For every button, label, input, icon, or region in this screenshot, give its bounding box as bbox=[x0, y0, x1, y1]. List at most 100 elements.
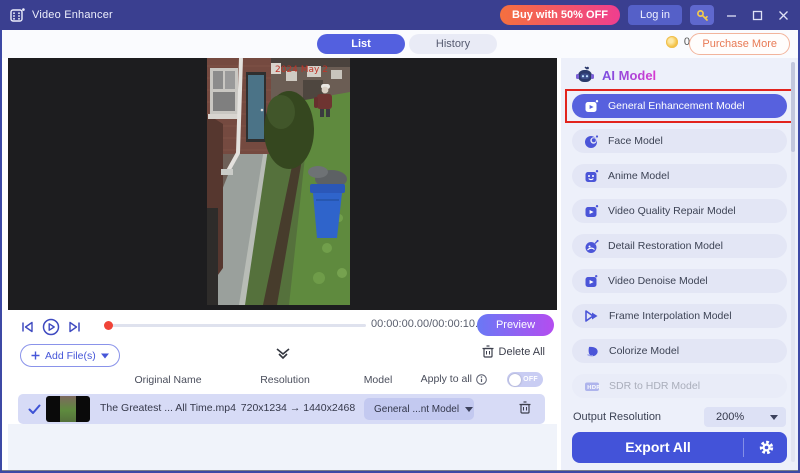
column-model: Model bbox=[348, 374, 408, 386]
maximize-icon bbox=[752, 10, 763, 21]
trash-icon bbox=[519, 401, 531, 414]
resolution-from: 720x1234 bbox=[241, 402, 287, 414]
fast-forward-icon bbox=[584, 309, 600, 323]
model-item-colorize[interactable]: Colorize Model bbox=[572, 339, 787, 363]
model-item-detail-restoration[interactable]: Detail Restoration Model bbox=[572, 234, 787, 258]
apply-to-all-label: Apply to all bbox=[421, 373, 472, 385]
previous-frame-button[interactable] bbox=[20, 320, 35, 334]
sidebar-header: AI Model bbox=[575, 66, 656, 84]
play-badge-icon bbox=[584, 204, 599, 219]
sidebar-title: AI Model bbox=[602, 68, 656, 83]
seek-slider[interactable] bbox=[108, 324, 366, 327]
resolution-to: 1440x2468 bbox=[303, 402, 355, 414]
file-name: The Greatest ... All Time.mp4 bbox=[100, 402, 236, 414]
toggle-knob bbox=[509, 374, 521, 386]
close-icon bbox=[778, 10, 789, 21]
model-item-frame-interpolation[interactable]: Frame Interpolation Model bbox=[572, 304, 787, 328]
tab-history[interactable]: History bbox=[409, 34, 497, 54]
photo-restore-icon bbox=[584, 239, 599, 254]
collapse-panel-button[interactable] bbox=[275, 347, 291, 365]
model-item-anime[interactable]: Anime Model bbox=[572, 164, 787, 188]
list-background bbox=[8, 424, 557, 470]
register-key-button[interactable] bbox=[690, 5, 714, 25]
model-item-video-quality-repair[interactable]: Video Quality Repair Model bbox=[572, 199, 787, 223]
close-button[interactable] bbox=[774, 5, 792, 25]
file-row[interactable]: The Greatest ... All Time.mp4 720x1234 →… bbox=[18, 394, 545, 424]
maximize-button[interactable] bbox=[748, 5, 766, 25]
output-resolution-select[interactable]: 200% bbox=[704, 407, 786, 427]
hdr-badge-icon: HDR bbox=[584, 380, 600, 393]
row-delete-button[interactable] bbox=[519, 401, 531, 419]
delete-all-label: Delete All bbox=[499, 346, 545, 358]
video-overlay-timestamp: 2024 May 2 bbox=[275, 65, 328, 75]
ai-model-sidebar: AI Model General Enhancement Model Face … bbox=[561, 58, 798, 470]
previous-frame-icon bbox=[20, 320, 35, 334]
robot-icon bbox=[575, 66, 595, 84]
file-bar: Add File(s) Delete All bbox=[8, 342, 557, 368]
toolbar: List History 0 Purchase More bbox=[2, 30, 798, 58]
model-item-label: Detail Restoration Model bbox=[608, 240, 723, 252]
info-icon[interactable] bbox=[476, 374, 487, 385]
apply-to-all-toggle[interactable]: OFF bbox=[507, 372, 543, 387]
chevron-down-icon bbox=[101, 353, 109, 359]
model-item-label: General Enhancement Model bbox=[608, 100, 745, 112]
delete-all-button[interactable]: Delete All bbox=[482, 345, 545, 358]
file-table-header: Original Name Resolution Model Apply to … bbox=[18, 370, 545, 392]
titlebar: Video Enhancer Buy with 50% OFF Log in bbox=[0, 0, 800, 30]
purchase-more-button[interactable]: Purchase More bbox=[689, 33, 790, 55]
minimize-icon bbox=[726, 10, 737, 21]
model-item-label: Video Quality Repair Model bbox=[608, 205, 736, 217]
minimize-button[interactable] bbox=[722, 5, 740, 25]
play-button[interactable] bbox=[42, 318, 60, 336]
next-frame-button[interactable] bbox=[67, 320, 82, 334]
sidebar-scrollbar bbox=[791, 62, 795, 462]
double-chevron-down-icon bbox=[275, 348, 291, 360]
model-item-video-denoise[interactable]: Video Denoise Model bbox=[572, 269, 787, 293]
login-button[interactable]: Log in bbox=[628, 5, 682, 25]
output-resolution-row: Output Resolution 200% bbox=[573, 407, 786, 427]
model-item-label: Colorize Model bbox=[609, 345, 679, 357]
play-badge-icon bbox=[584, 274, 599, 289]
model-item-sdr-to-hdr[interactable]: HDR SDR to HDR Model bbox=[572, 374, 787, 398]
export-all-button[interactable]: Export All bbox=[572, 432, 787, 463]
video-enhancer-window: Video Enhancer Buy with 50% OFF Log in L… bbox=[0, 0, 800, 473]
toggle-state-label: OFF bbox=[523, 376, 538, 383]
video-preview-area[interactable]: 2024 May 2 bbox=[8, 58, 557, 310]
row-checkmark-icon[interactable] bbox=[28, 402, 41, 420]
model-item-label: Anime Model bbox=[608, 170, 669, 182]
model-item-label: Face Model bbox=[608, 135, 663, 147]
model-item-face[interactable]: Face Model bbox=[572, 129, 787, 153]
export-all-label: Export All bbox=[572, 439, 744, 455]
row-model-dropdown[interactable]: General ...nt Model bbox=[364, 398, 474, 420]
view-tabs: List History bbox=[317, 34, 497, 54]
model-item-label: Frame Interpolation Model bbox=[609, 310, 732, 322]
column-resolution: Resolution bbox=[240, 374, 330, 386]
seek-slider-handle[interactable] bbox=[104, 321, 113, 330]
play-badge-icon bbox=[584, 99, 599, 114]
button-divider bbox=[743, 438, 744, 457]
film-logo-icon bbox=[10, 8, 25, 23]
output-resolution-label: Output Resolution bbox=[573, 411, 661, 423]
file-thumbnail bbox=[46, 396, 90, 422]
buy-offer-button[interactable]: Buy with 50% OFF bbox=[500, 5, 620, 25]
add-files-button[interactable]: Add File(s) bbox=[20, 344, 120, 367]
output-resolution-value: 200% bbox=[716, 411, 744, 423]
model-item-general-enhancement[interactable]: General Enhancement Model bbox=[572, 94, 787, 118]
resolution-arrow: → bbox=[290, 402, 301, 414]
row-model-label: General ...nt Model bbox=[374, 404, 459, 415]
model-list: General Enhancement Model Face Model Ani… bbox=[572, 94, 787, 409]
coin-icon bbox=[666, 36, 678, 48]
export-settings-button[interactable] bbox=[758, 439, 775, 461]
plus-icon bbox=[31, 351, 40, 360]
coin-balance: 0 bbox=[666, 36, 690, 48]
scrollbar-thumb[interactable] bbox=[791, 62, 795, 152]
app-title: Video Enhancer bbox=[32, 9, 113, 21]
next-frame-icon bbox=[67, 320, 82, 334]
preview-button[interactable]: Preview bbox=[477, 314, 554, 336]
trash-icon bbox=[482, 345, 494, 358]
face-icon bbox=[584, 134, 599, 149]
play-icon bbox=[42, 318, 60, 336]
file-resolution: 720x1234 → 1440x2468 bbox=[240, 402, 356, 414]
dropdown-caret-icon bbox=[465, 407, 473, 412]
tab-list[interactable]: List bbox=[317, 34, 405, 54]
